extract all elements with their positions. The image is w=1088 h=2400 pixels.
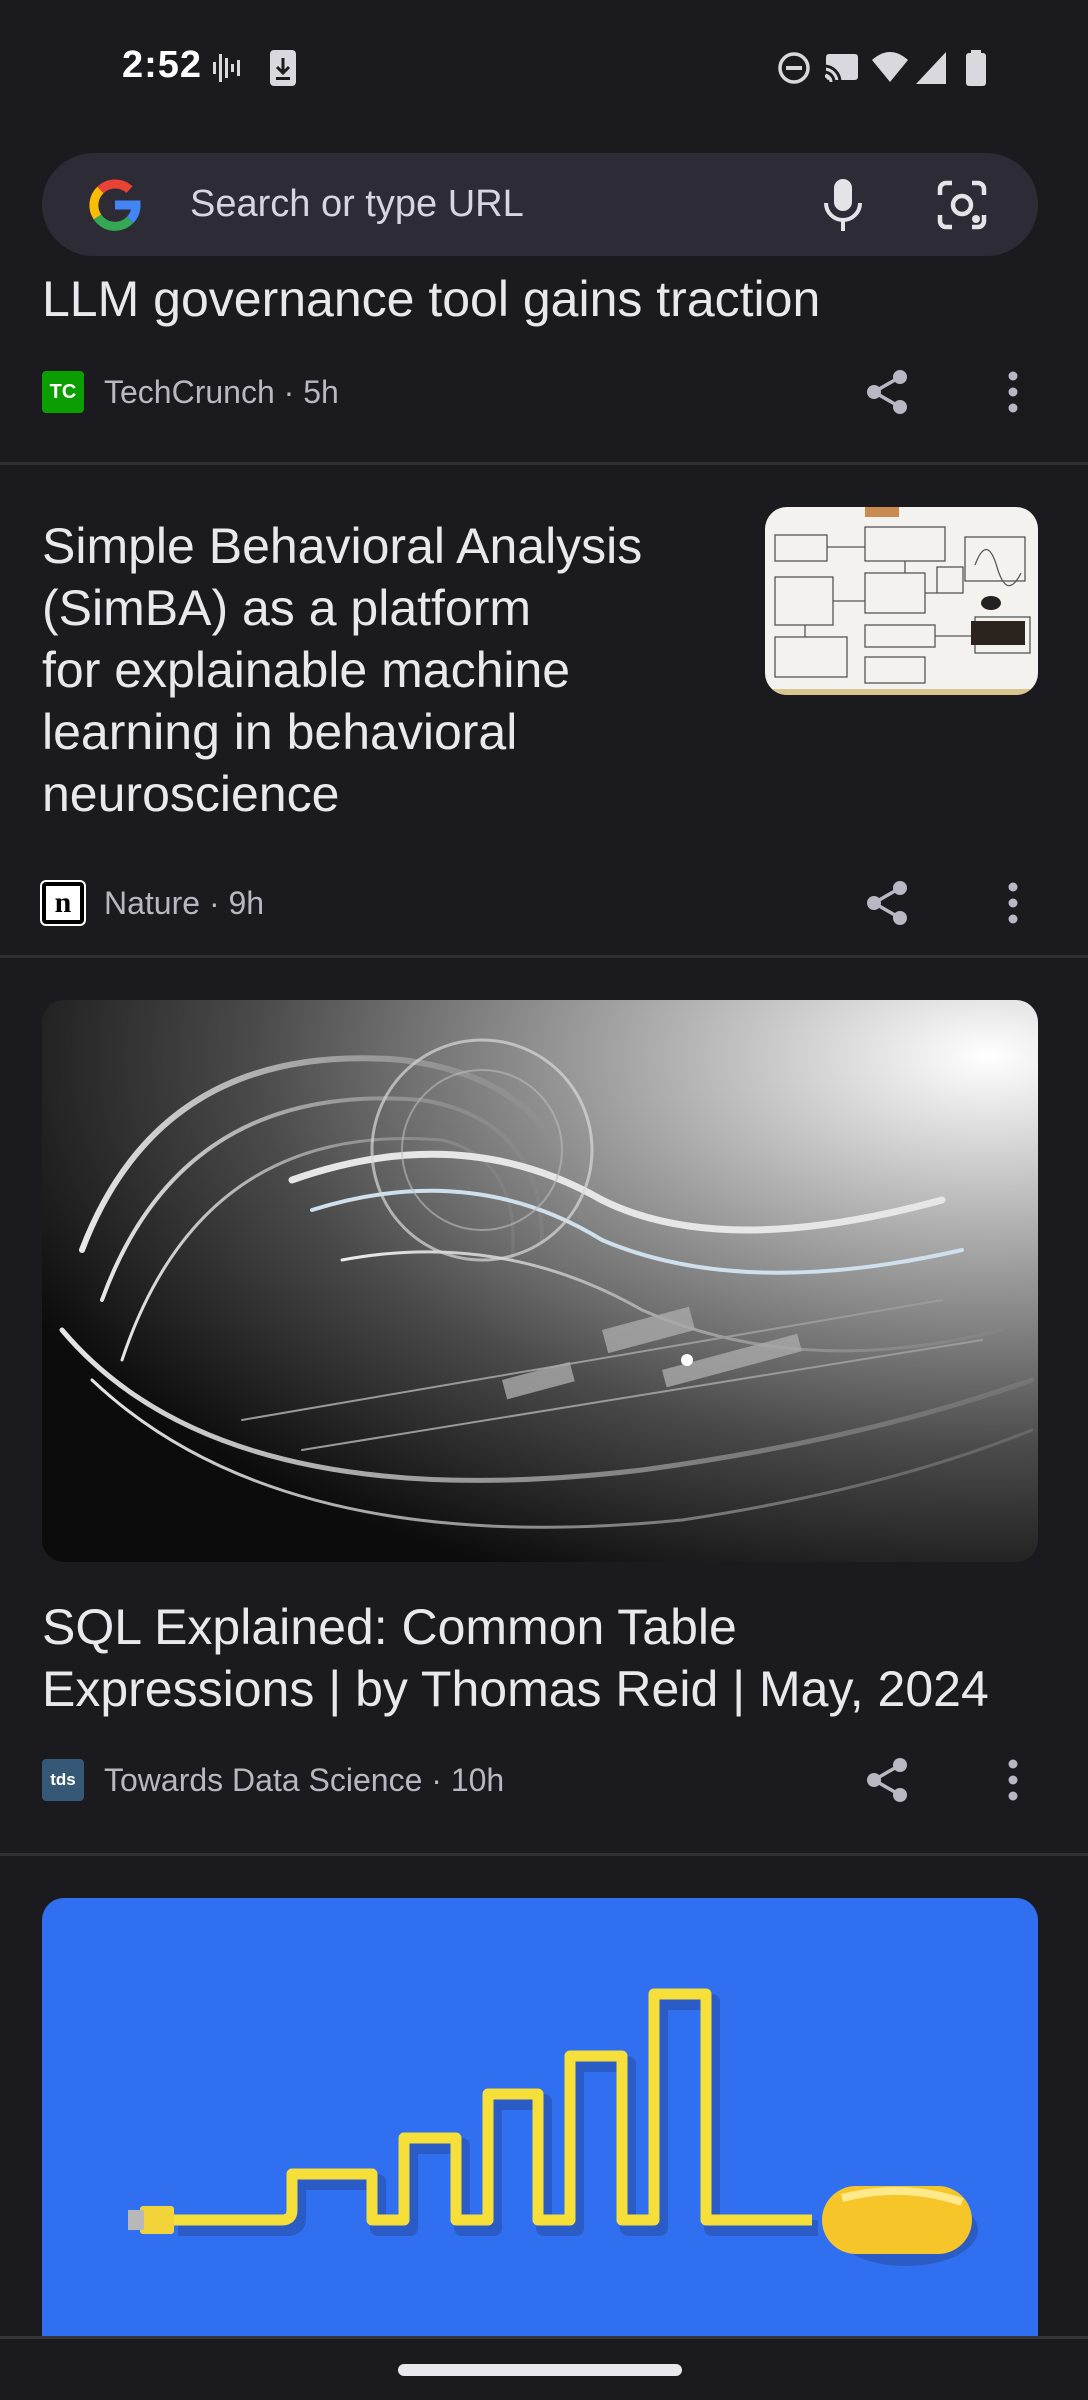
lens-icon[interactable]: [934, 177, 990, 233]
article-card-nature[interactable]: Simple Behavioral Analysis (SimBA) as a …: [0, 465, 1088, 955]
article-card-towards-data-science[interactable]: SQL Explained: Common Table Expressions …: [0, 958, 1088, 1854]
usb-cable-bars-image: [128, 1988, 978, 2266]
article-card-partial[interactable]: [0, 1856, 1088, 2336]
share-icon[interactable]: [864, 879, 910, 927]
techcrunch-logo: TC: [42, 371, 84, 413]
sound-wave-icon: [213, 54, 240, 82]
headline-line: (SimBA) as a platform: [42, 580, 532, 636]
abstract-swirl-image: [59, 1038, 1035, 1529]
headline-line: SQL Explained: Common Table: [42, 1599, 737, 1655]
home-indicator[interactable]: [398, 2364, 682, 2376]
article-source-age: Towards Data Science · 10h: [104, 1761, 505, 1798]
towards-data-science-logo: tds: [42, 1759, 84, 1801]
download-icon: [270, 50, 296, 86]
more-options-icon[interactable]: [998, 1756, 1028, 1804]
headline-line: neuroscience: [42, 766, 340, 822]
search-bar[interactable]: Search or type URL: [42, 153, 1038, 256]
share-icon[interactable]: [864, 368, 910, 416]
headline-line: Expressions | by Thomas Reid | May, 2024: [42, 1661, 989, 1717]
cast-icon: [823, 54, 858, 83]
search-input[interactable]: Search or type URL: [190, 183, 524, 226]
more-options-icon[interactable]: [998, 368, 1028, 416]
article-headline[interactable]: SQL Explained: Common Table Expressions …: [42, 1596, 1052, 1720]
article-meta: n Nature · 9h: [40, 880, 265, 926]
mic-icon[interactable]: [814, 175, 872, 235]
article-meta: TC TechCrunch · 5h: [42, 370, 339, 414]
nature-logo: n: [40, 880, 86, 926]
status-bar: 2:52: [0, 0, 1088, 134]
diagram-thumbnail: [765, 507, 1038, 695]
article-headline[interactable]: LLM governance tool gains traction: [42, 268, 820, 330]
article-image[interactable]: [42, 1000, 1038, 1562]
status-time: 2:52: [122, 44, 203, 86]
bottom-divider: [0, 2336, 1088, 2339]
battery-icon: [966, 50, 986, 86]
article-source-age: TechCrunch · 5h: [104, 373, 339, 410]
article-source-age: Nature · 9h: [104, 884, 265, 921]
article-card-techcrunch[interactable]: LLM governance tool gains traction TC Te…: [0, 256, 1088, 462]
article-image[interactable]: [42, 1898, 1038, 2336]
wifi-icon: [872, 52, 908, 82]
dnd-icon: [778, 52, 810, 84]
news-feed: LLM governance tool gains traction TC Te…: [0, 256, 1088, 2336]
headline-line: learning in behavioral: [42, 704, 518, 760]
share-icon[interactable]: [864, 1756, 910, 1804]
article-meta: tds Towards Data Science · 10h: [42, 1758, 504, 1802]
more-options-icon[interactable]: [998, 879, 1028, 927]
signal-icon: [916, 52, 946, 84]
headline-line: Simple Behavioral Analysis: [42, 518, 643, 574]
headline-line: for explainable machine: [42, 642, 571, 698]
article-thumbnail[interactable]: [765, 507, 1038, 695]
article-headline[interactable]: Simple Behavioral Analysis (SimBA) as a …: [42, 515, 742, 825]
google-logo: [89, 179, 141, 231]
